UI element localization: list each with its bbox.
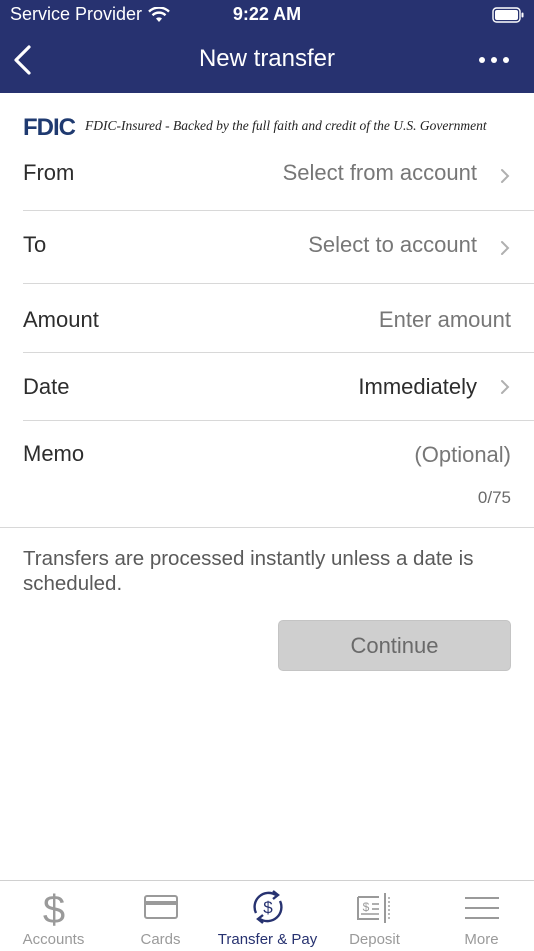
tab-label: Accounts — [22, 931, 85, 948]
svg-text:$: $ — [42, 889, 64, 929]
svg-text:$: $ — [362, 900, 369, 914]
card-icon — [143, 895, 178, 919]
date-value: Immediately — [358, 374, 477, 399]
fdic-logo: FDIC — [23, 114, 77, 139]
tab-transfer-pay[interactable]: $ Transfer & Pay — [214, 881, 321, 951]
continue-button[interactable]: Continue — [278, 620, 511, 671]
divider — [0, 527, 534, 528]
tab-bar: $ Accounts Cards $ Transfer & Pay $ Depo… — [0, 880, 534, 951]
amount-input[interactable]: Enter amount — [379, 307, 511, 333]
dollar-icon: $ — [42, 889, 64, 929]
svg-text:FDIC: FDIC — [23, 114, 76, 139]
status-time: 9:22 AM — [232, 4, 302, 24]
svg-text:$: $ — [263, 898, 273, 917]
to-account-value: Select to account — [308, 232, 477, 257]
tab-label: Transfer & Pay — [217, 931, 318, 948]
memo-input[interactable]: (Optional) — [414, 442, 511, 468]
date-row[interactable]: Date Immediately — [0, 353, 534, 420]
check-deposit-icon: $ — [356, 893, 390, 923]
more-options-icon[interactable] — [474, 50, 514, 70]
date-label: Date — [23, 374, 70, 399]
tab-label: More — [464, 931, 499, 948]
amount-label: Amount — [23, 307, 99, 332]
tab-accounts[interactable]: $ Accounts — [0, 881, 107, 951]
amount-row[interactable]: Amount Enter amount — [0, 284, 534, 352]
chevron-right-icon — [501, 241, 510, 255]
tab-label: Deposit — [349, 931, 400, 948]
menu-icon — [464, 897, 499, 919]
transfer-pay-icon: $ — [252, 890, 283, 924]
to-label: To — [23, 232, 47, 257]
tab-deposit[interactable]: $ Deposit — [321, 881, 428, 951]
transfer-info-note: Transfers are processed instantly unless… — [23, 547, 474, 595]
memo-label: Memo — [23, 441, 85, 466]
tab-more[interactable]: More — [428, 881, 534, 951]
tab-cards[interactable]: Cards — [107, 881, 214, 951]
fdic-text: FDIC-Insured - Backed by the full faith … — [85, 118, 487, 133]
to-account-row[interactable]: To Select to account — [0, 211, 534, 283]
memo-char-counter: 0/75 — [477, 488, 511, 507]
header: Service Provider 9:22 AM New transfer — [0, 0, 534, 93]
page-title: New transfer — [198, 45, 336, 72]
chevron-right-icon — [501, 169, 510, 183]
chevron-right-icon — [501, 380, 510, 394]
tab-label: Cards — [140, 931, 181, 948]
memo-row[interactable]: Memo (Optional) 0/75 — [0, 421, 534, 527]
from-label: From — [23, 160, 75, 185]
battery-icon — [492, 7, 524, 23]
fdic-notice: FDIC FDIC-Insured - Backed by the full f… — [23, 113, 487, 139]
from-account-row[interactable]: From Select from account — [0, 150, 534, 210]
from-account-value: Select from account — [282, 160, 477, 185]
